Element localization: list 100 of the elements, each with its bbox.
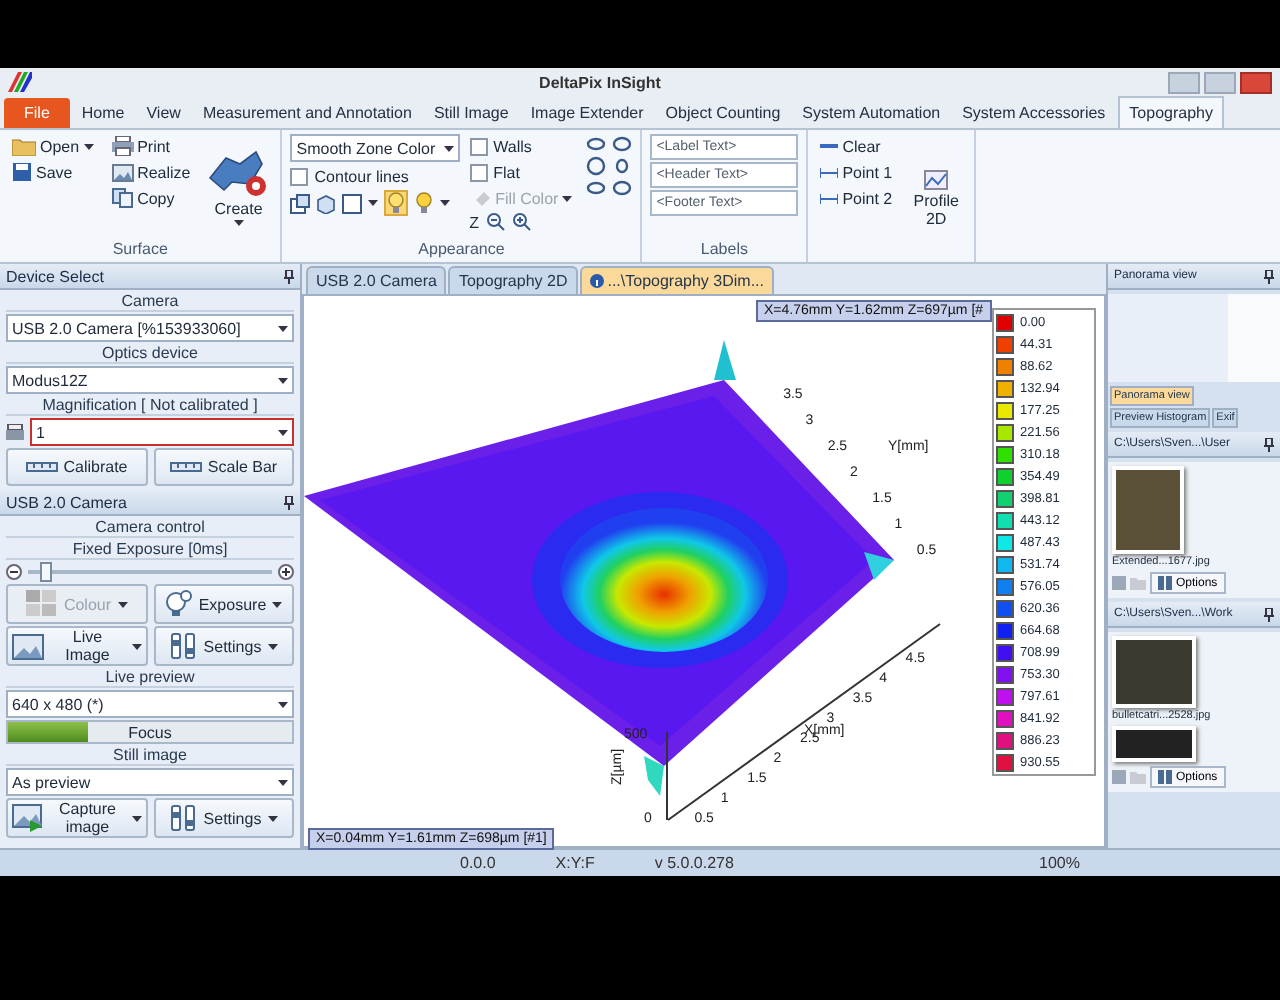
panel-button[interactable]: Capture image — [6, 798, 147, 838]
ribbon-tab[interactable]: Home — [71, 98, 135, 128]
section-label: Optics device — [6, 344, 294, 364]
pin-icon[interactable] — [1264, 269, 1274, 283]
rotate-icon[interactable] — [586, 156, 607, 176]
ribbon-tab[interactable]: Image Extender — [520, 98, 654, 128]
ribbon-tab[interactable]: System Accessories — [952, 98, 1116, 128]
resolution-dropdown[interactable]: 640 x 480 (*) — [6, 690, 294, 718]
rotate-icon[interactable] — [612, 178, 633, 198]
capture-image-icon — [12, 804, 44, 832]
section-label: Camera — [6, 292, 294, 312]
ribbon-tab[interactable]: View — [136, 98, 191, 128]
ribbon-tab[interactable]: Still Image — [423, 98, 519, 128]
profile-2d-button[interactable]: Profile 2D — [906, 134, 967, 262]
window-title: DeltaPix InSight — [537, 73, 663, 91]
panel-button[interactable]: Settings — [153, 626, 294, 666]
window-icon[interactable] — [290, 193, 311, 213]
still-mode-dropdown[interactable]: As preview — [6, 768, 294, 796]
ribbon-tab[interactable]: System Automation — [792, 98, 951, 128]
pin-icon[interactable] — [284, 495, 294, 509]
caret-icon — [267, 643, 278, 649]
panel-button[interactable]: Live Image — [6, 626, 147, 666]
pin-icon[interactable] — [1264, 437, 1274, 451]
create-button[interactable]: Create — [204, 134, 273, 240]
document-tab[interactable]: USB 2.0 Camera — [306, 266, 447, 294]
light-bulb-icon[interactable] — [386, 192, 407, 214]
plus-icon[interactable] — [278, 564, 294, 580]
grid-icon — [25, 590, 58, 618]
zoom-axis-label: Z — [469, 213, 480, 231]
ribbon-button[interactable]: Open — [8, 134, 98, 158]
focus-label: Focus — [128, 723, 172, 741]
caret-icon — [83, 143, 94, 149]
checkbox[interactable]: Walls — [469, 134, 577, 158]
ruler-icon — [25, 458, 58, 476]
checkbox[interactable]: Contour lines — [290, 164, 460, 188]
checkbox[interactable]: Flat — [469, 160, 577, 184]
zoom-out-icon[interactable] — [485, 212, 506, 232]
clear-button[interactable]: Clear — [816, 134, 897, 158]
caret-icon — [562, 195, 573, 201]
ribbon-tab[interactable]: Topography — [1117, 96, 1225, 128]
ruler-icon — [169, 458, 202, 476]
minus-icon[interactable] — [6, 564, 22, 580]
close-button[interactable] — [1240, 71, 1272, 93]
ribbon-tab[interactable]: Object Counting — [655, 98, 791, 128]
photo-placeholder[interactable] — [1112, 726, 1196, 762]
status-text: X:Y:F — [555, 854, 595, 872]
caret-icon — [368, 200, 379, 206]
section-label: Camera control — [6, 518, 294, 538]
profile-chart-icon — [924, 169, 949, 189]
pin-icon[interactable] — [1264, 607, 1274, 621]
printer-icon — [111, 136, 134, 156]
point-button[interactable]: Point 1 — [816, 160, 897, 184]
sliders-icon — [1158, 770, 1172, 784]
panel-title: USB 2.0 Camera — [6, 493, 127, 511]
status-text: v 5.0.0.278 — [654, 854, 734, 872]
ribbon-button[interactable]: Save — [8, 160, 98, 184]
panel-button[interactable]: Settings — [153, 798, 294, 838]
ribbon-button[interactable]: Print — [107, 134, 195, 158]
cube-icon[interactable] — [316, 193, 337, 213]
light-bulb-icon[interactable] — [414, 192, 435, 214]
panel-title: Device Select — [6, 267, 104, 285]
file-tab[interactable]: File — [4, 98, 70, 128]
landscape-image-icon — [12, 633, 44, 659]
square-icon[interactable] — [342, 193, 363, 213]
document-tab[interactable]: ...\Topography 3Dim... — [579, 266, 774, 294]
measure-line-icon — [820, 167, 839, 177]
ribbon-button[interactable]: Realize — [107, 160, 195, 184]
rotate-icon[interactable] — [612, 156, 633, 176]
optics-dropdown[interactable]: Modus12Z — [6, 366, 294, 394]
panel-button[interactable]: Calibrate — [6, 448, 147, 486]
ribbon-button[interactable]: Copy — [107, 186, 195, 210]
document-tab[interactable]: Topography 2D — [448, 266, 578, 294]
rotate-icon[interactable] — [586, 178, 607, 198]
exposure-label: Fixed Exposure [0ms] — [6, 540, 294, 560]
camera-dropdown[interactable]: USB 2.0 Camera [%153933060] — [6, 314, 294, 342]
point-button[interactable]: Point 2 — [816, 186, 897, 210]
rotate-icon[interactable] — [586, 134, 607, 154]
caret-icon — [278, 701, 288, 707]
magnification-dropdown[interactable]: 1 — [30, 418, 294, 446]
photo-placeholder[interactable] — [1112, 636, 1196, 708]
panel-button[interactable]: Exposure — [153, 584, 294, 624]
ribbon-tab[interactable]: Measurement and Annotation — [192, 98, 422, 128]
section-label: Magnification [ Not calibrated ] — [6, 396, 294, 416]
rotate-icon[interactable] — [612, 134, 633, 154]
caret-icon — [440, 200, 451, 206]
panel-button[interactable]: Scale Bar — [153, 448, 294, 486]
light-bulb-icon — [164, 590, 193, 618]
photo-placeholder[interactable] — [1112, 466, 1184, 554]
info-icon — [589, 274, 604, 288]
group-label: Appearance — [416, 240, 507, 262]
color-mode-dropdown[interactable]: Smooth Zone Color — [290, 134, 460, 162]
caret-icon — [278, 325, 288, 331]
caret-icon — [117, 601, 128, 607]
caret-icon — [131, 815, 141, 821]
zoom-in-icon[interactable] — [511, 212, 532, 232]
slider-thumb[interactable] — [40, 562, 53, 582]
z-axis — [666, 731, 668, 821]
pin-icon[interactable] — [284, 269, 294, 283]
printer-icon — [6, 424, 24, 440]
sliders-icon — [1158, 576, 1172, 590]
